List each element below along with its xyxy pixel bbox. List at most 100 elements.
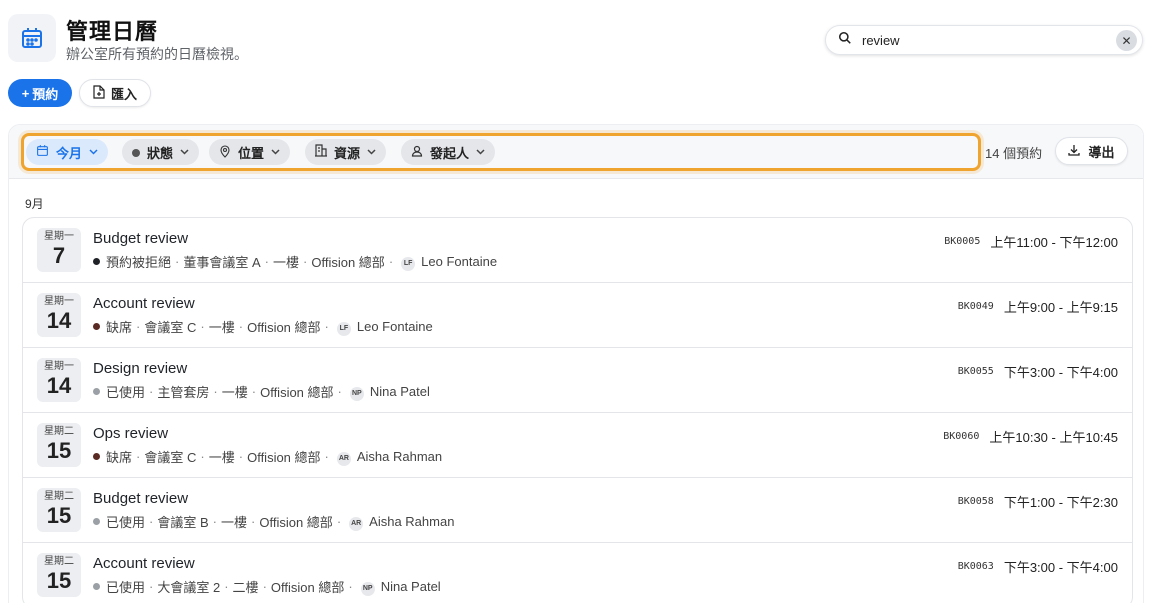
filter-chip-label: 今月 — [56, 145, 83, 161]
avatar: LF — [336, 321, 351, 336]
booking-code: BK0060 — [943, 431, 980, 442]
booking-meta: 預約被拒絕 · 董事會議室 A · 一樓 · Offision 總部 · LF … — [93, 252, 497, 271]
status-dot — [93, 583, 100, 590]
avatar: AR — [336, 451, 351, 466]
status-dot — [93, 453, 100, 460]
separator: · — [212, 514, 217, 529]
booking-time: 下午1:00 - 下午2:30 — [1003, 495, 1118, 510]
separator: · — [264, 254, 269, 269]
office-name: Offision 總部 — [247, 450, 321, 465]
status-dot — [93, 323, 100, 330]
weekday: 星期二 — [44, 556, 74, 567]
export-label: 導出 — [1088, 144, 1115, 160]
page-subtitle: 辦公室所有預約的日曆檢視。 — [66, 46, 248, 62]
floor-name: 一樓 — [208, 320, 235, 335]
status-dot — [93, 518, 100, 525]
status-dot — [93, 388, 100, 395]
organizer-name: Leo Fontaine — [421, 254, 498, 269]
separator: · — [388, 254, 394, 269]
room-name: 會議室 C — [144, 320, 197, 335]
day-number: 15 — [46, 503, 72, 528]
export-button[interactable]: 導出 — [1055, 137, 1128, 165]
room-name: 大會議室 2 — [157, 580, 221, 595]
room-name: 會議室 B — [157, 515, 209, 530]
organizer-name: Aisha Rahman — [369, 514, 455, 529]
separator: · — [336, 514, 342, 529]
booking-code: BK0049 — [957, 301, 994, 312]
filter-chip-resource[interactable]: 資源 — [305, 139, 387, 165]
booking-count: 14 個預約 — [985, 146, 1043, 161]
booking-list: 星期一 7 Budget review 預約被拒絕 · 董事會議室 A · 一樓… — [22, 217, 1133, 603]
organizer-name: Nina Patel — [369, 384, 430, 399]
booking-row[interactable]: 星期一 14 Design review 已使用 · 主管套房 · 一樓 · O… — [23, 348, 1132, 413]
status-text: 已使用 — [106, 515, 146, 530]
download-icon — [1068, 144, 1081, 159]
month-heading: 9月 — [25, 197, 44, 211]
office-name: Offision 總部 — [311, 255, 385, 270]
search-input[interactable] — [862, 32, 1102, 48]
booking-row[interactable]: 星期二 15 Account review 已使用 · 大會議室 2 · 二樓 … — [23, 543, 1132, 603]
booking-time: 上午9:00 - 上午9:15 — [1003, 300, 1118, 315]
filter-chip-label: 資源 — [334, 145, 361, 161]
floor-name: 二樓 — [232, 580, 259, 595]
booking-row[interactable]: 星期二 15 Ops review 缺席 · 會議室 C · 一樓 · Offi… — [23, 413, 1132, 478]
day-number: 14 — [46, 373, 72, 398]
filter-chip-organizer[interactable]: 發起人 — [401, 139, 496, 165]
chevron-down-icon — [476, 147, 485, 157]
date-badge: 星期二 15 — [37, 553, 81, 597]
booking-code: BK0005 — [944, 236, 981, 247]
chevron-down-icon — [89, 147, 98, 157]
day-number: 14 — [46, 308, 72, 333]
separator: · — [200, 449, 205, 464]
dot-icon — [132, 145, 140, 160]
filter-chip-month[interactable]: 今月 — [26, 139, 109, 165]
separator: · — [251, 384, 257, 399]
status-text: 已使用 — [106, 580, 146, 595]
filter-chip-status[interactable]: 狀態 — [122, 139, 200, 165]
chevron-down-icon — [271, 147, 280, 157]
booking-code: BK0055 — [957, 366, 994, 377]
separator: · — [149, 579, 154, 594]
date-badge: 星期一 14 — [37, 358, 81, 402]
date-badge: 星期二 15 — [37, 423, 81, 467]
bookings-panel: 今月 狀態 位置 資源 發起人 14 個預約 導出 9月 星期一 7 Budge… — [8, 124, 1144, 603]
avatar: NP — [349, 386, 364, 401]
room-name: 董事會議室 A — [183, 255, 261, 270]
date-badge: 星期一 14 — [37, 293, 81, 337]
booking-title: Design review — [93, 360, 188, 377]
booking-row[interactable]: 星期一 14 Account review 缺席 · 會議室 C · 一樓 · … — [23, 283, 1132, 348]
clear-search-button[interactable]: ✕ — [1116, 30, 1137, 51]
booking-row[interactable]: 星期二 15 Budget review 已使用 · 會議室 B · 一樓 · … — [23, 478, 1132, 543]
separator: · — [238, 449, 244, 464]
day-number: 15 — [46, 568, 72, 593]
booking-meta: 缺席 · 會議室 C · 一樓 · Offision 總部 · LF Leo F… — [93, 317, 433, 336]
floor-name: 一樓 — [208, 450, 235, 465]
booking-title: Account review — [93, 295, 195, 312]
booking-row[interactable]: 星期一 7 Budget review 預約被拒絕 · 董事會議室 A · 一樓… — [23, 218, 1132, 283]
separator: · — [224, 579, 229, 594]
booking-right: BK0005 上午11:00 - 下午12:00 — [944, 232, 1118, 251]
search-box: ✕ — [825, 25, 1143, 55]
separator: · — [238, 319, 244, 334]
floor-name: 一樓 — [221, 385, 248, 400]
status-text: 缺席 — [106, 450, 133, 465]
organizer-name: Aisha Rahman — [356, 449, 443, 464]
separator: · — [136, 319, 141, 334]
booking-time: 上午11:00 - 下午12:00 — [990, 235, 1118, 250]
chevron-down-icon — [180, 147, 189, 157]
date-badge: 星期一 7 — [37, 228, 81, 272]
status-text: 預約被拒絕 — [106, 255, 172, 270]
separator: · — [213, 384, 218, 399]
status-dot — [93, 258, 100, 265]
separator: · — [348, 579, 353, 594]
new-booking-label: 預約 — [32, 86, 59, 102]
booking-time: 上午10:30 - 上午10:45 — [989, 430, 1118, 445]
import-button[interactable]: 匯入 — [79, 79, 151, 107]
booking-right: BK0058 下午1:00 - 下午2:30 — [958, 492, 1118, 511]
day-number: 15 — [46, 438, 72, 463]
separator: · — [251, 514, 256, 529]
filter-chip-location[interactable]: 位置 — [209, 139, 291, 165]
booking-title: Account review — [93, 555, 195, 572]
booking-title: Budget review — [93, 230, 189, 247]
new-booking-button[interactable]: + 預約 — [8, 79, 72, 107]
